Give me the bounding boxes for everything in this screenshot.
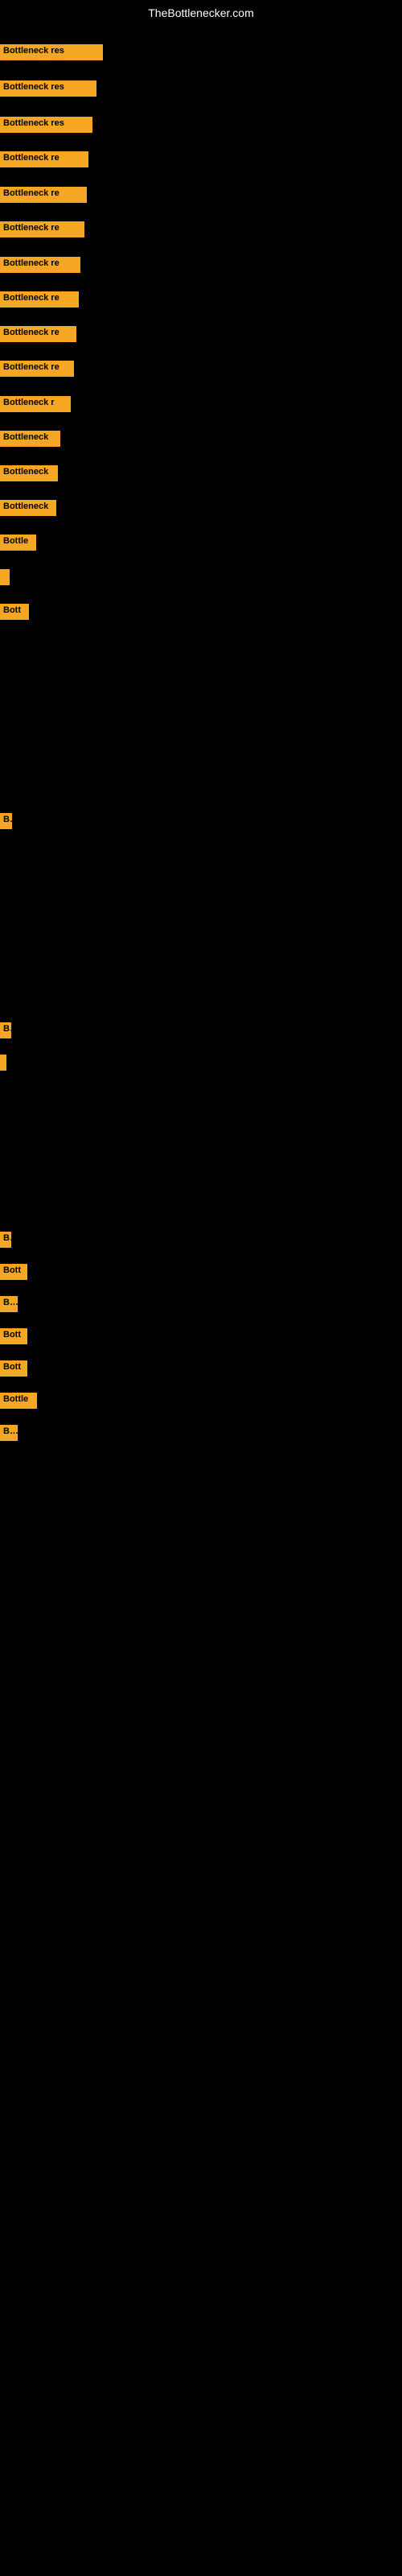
bottleneck-bar[interactable]: Bottleneck <box>0 465 58 481</box>
bottleneck-bar[interactable]: Bottleneck res <box>0 117 92 133</box>
bottleneck-bar[interactable]: Bottleneck res <box>0 80 96 97</box>
bottleneck-bar[interactable]: Bottle <box>0 535 36 551</box>
bottleneck-bar[interactable]: B <box>0 1232 11 1248</box>
bottleneck-bar[interactable]: Bo <box>0 1296 18 1312</box>
site-title: TheBottlenecker.com <box>0 0 402 23</box>
bottleneck-bar[interactable] <box>0 1055 6 1071</box>
bottleneck-bar[interactable] <box>0 569 10 585</box>
bottleneck-bar[interactable]: Bottle <box>0 1393 37 1409</box>
bottleneck-bar[interactable]: Bott <box>0 1264 27 1280</box>
bottleneck-bar[interactable]: Bottleneck <box>0 500 56 516</box>
bottleneck-bar[interactable]: Bottleneck <box>0 431 60 447</box>
bottleneck-bar[interactable]: Bo <box>0 1425 18 1441</box>
bottleneck-bar[interactable]: Bott <box>0 1328 27 1344</box>
bottleneck-bar[interactable]: Bott <box>0 1360 27 1377</box>
bottleneck-bar[interactable]: Bottleneck re <box>0 187 87 203</box>
bottleneck-bar[interactable]: Bottleneck re <box>0 291 79 308</box>
bottleneck-bar[interactable]: B <box>0 813 12 829</box>
bottleneck-bar[interactable]: Bottleneck re <box>0 221 84 237</box>
bottleneck-bar[interactable]: B <box>0 1022 11 1038</box>
bottleneck-bar[interactable]: Bottleneck r <box>0 396 71 412</box>
bottleneck-bar[interactable]: Bottleneck re <box>0 326 76 342</box>
bottleneck-bar[interactable]: Bottleneck re <box>0 361 74 377</box>
bottleneck-bar[interactable]: Bott <box>0 604 29 620</box>
bottleneck-bar[interactable]: Bottleneck res <box>0 44 103 60</box>
bottleneck-bar[interactable]: Bottleneck re <box>0 151 88 167</box>
bottleneck-bar[interactable]: Bottleneck re <box>0 257 80 273</box>
